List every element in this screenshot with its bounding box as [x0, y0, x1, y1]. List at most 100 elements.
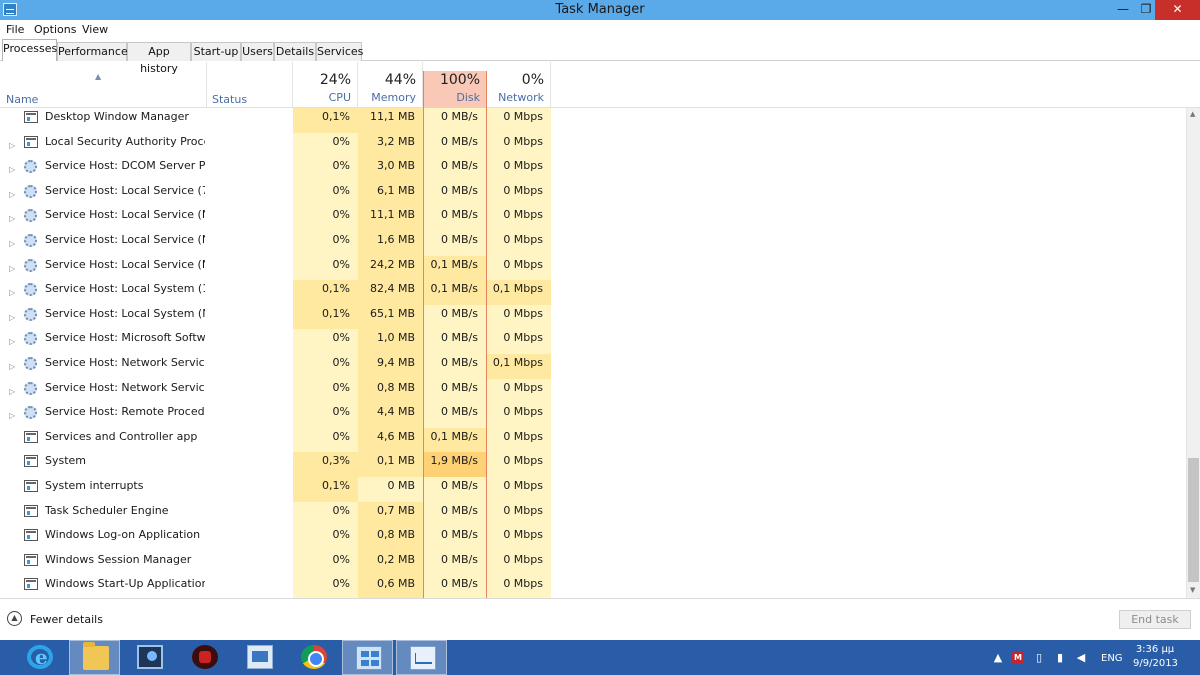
language-indicator[interactable]: ENG: [1101, 653, 1123, 664]
expand-chevron-icon[interactable]: ▷: [9, 284, 15, 302]
table-row[interactable]: ▷ Service Host: Local Service (No ... 0%24…: [0, 255, 1186, 281]
table-row[interactable]: ▷ Service Host: Local Service (Net... 0%11…: [0, 206, 1186, 231]
table-row[interactable]: System interrupts 0,1% 0 MB 0 MB/s 0 Mbps: [0, 477, 1186, 502]
network-monitor-icon: [137, 645, 163, 669]
taskbar-chrome[interactable]: [288, 640, 339, 675]
table-row[interactable]: Services and Controller app 0% 4,6 MB 0,1 M…: [0, 427, 1186, 453]
clock-time[interactable]: 3:36 μμ: [1133, 644, 1177, 655]
disk-cell: 0 MB/s: [423, 181, 487, 207]
tab-services[interactable]: Services: [316, 42, 363, 61]
header-cpu[interactable]: 24% CPU: [293, 62, 358, 108]
table-row[interactable]: ▷ Service Host: Local Service (7) 0% 6,1 MB…: [0, 181, 1186, 207]
memory-cell: 65,1 MB: [358, 304, 423, 330]
network-cell: 0 Mbps: [487, 157, 551, 182]
taskbar-remote-desktop[interactable]: [234, 640, 285, 675]
scroll-down-icon[interactable]: ▼: [1190, 586, 1195, 594]
window-icon: [24, 430, 38, 443]
expand-chevron-icon[interactable]: ▷: [9, 161, 15, 179]
table-row[interactable]: System 0,3% 0,1 MB 1,9 MB/s 0 Mbps: [0, 452, 1186, 477]
table-row[interactable]: ▷ Service Host: Local Service (No I... 0%1…: [0, 231, 1186, 256]
disk-cell: 0 MB/s: [423, 231, 487, 256]
tab-app-history[interactable]: App history: [127, 42, 191, 75]
expand-chevron-icon[interactable]: ▷: [9, 210, 15, 228]
table-row[interactable]: Windows Log-on Application 0% 0,8 MB 0 MB/s…: [0, 526, 1186, 551]
vertical-scrollbar[interactable]: ▲ ▼: [1186, 108, 1200, 598]
network-cell: 0 Mbps: [487, 575, 551, 598]
volume-icon[interactable]: ◀: [1075, 652, 1087, 664]
security-shield-icon[interactable]: M: [1012, 652, 1024, 664]
process-name: Service Host: Network Service (4): [45, 356, 205, 369]
tab-performance[interactable]: Performance: [57, 42, 128, 61]
tab-users[interactable]: Users: [241, 42, 274, 61]
menu-options[interactable]: Options: [34, 23, 76, 36]
table-row[interactable]: Task Scheduler Engine 0% 0,7 MB 0 MB/s 0 Mbp…: [0, 501, 1186, 527]
gear-icon: [24, 160, 37, 174]
cpu-cell: 0%: [293, 354, 358, 379]
expand-chevron-icon[interactable]: ▷: [9, 333, 15, 351]
menu-file[interactable]: File: [6, 23, 24, 36]
expand-chevron-icon[interactable]: ▷: [9, 309, 15, 327]
expand-chevron-icon[interactable]: ▷: [9, 137, 15, 155]
menu-view[interactable]: View: [82, 23, 108, 36]
close-button[interactable]: ✕: [1155, 0, 1200, 20]
taskbar-file-explorer[interactable]: [69, 640, 120, 675]
taskbar-network-monitor[interactable]: [124, 640, 175, 675]
taskbar-task-manager[interactable]: [396, 640, 447, 675]
expand-chevron-icon[interactable]: ▷: [9, 235, 15, 253]
window-icon: [24, 578, 38, 591]
scroll-up-icon[interactable]: ▲: [1190, 110, 1195, 118]
taskbar-internet-explorer[interactable]: [14, 640, 65, 675]
tab-details[interactable]: Details: [274, 42, 316, 61]
end-task-button[interactable]: End task: [1119, 610, 1191, 629]
tab-processes[interactable]: Processes: [2, 39, 57, 61]
header-memory[interactable]: 44% Memory: [358, 62, 423, 108]
chevron-up-icon[interactable]: ▲: [7, 611, 22, 626]
process-name: Service Host: Remote Procedure...: [45, 405, 205, 419]
header-network[interactable]: 0% Network: [487, 62, 551, 108]
scroll-thumb[interactable]: [1188, 458, 1199, 582]
fewer-details-link[interactable]: Fewer details: [30, 613, 103, 626]
gear-icon: [24, 357, 37, 370]
memory-cell: 82,4 MB: [358, 280, 423, 305]
battery-icon[interactable]: ▯: [1033, 652, 1045, 664]
memory-cell: 0,8 MB: [358, 378, 423, 404]
process-name-cell: Desktop Window Manager: [0, 108, 206, 133]
table-row[interactable]: Windows Session Manager 0% 0,2 MB 0 MB/s 0 M…: [0, 550, 1186, 576]
table-row[interactable]: ▷ Service Host: Network Service (4) 0%9,4 …: [0, 354, 1186, 379]
table-row[interactable]: ▷ Service Host: Network Service (... 0%0,8…: [0, 378, 1186, 404]
expand-chevron-icon[interactable]: ▷: [9, 260, 15, 278]
header-disk[interactable]: 100% Disk: [423, 71, 487, 108]
table-row[interactable]: Windows Start-Up Application 0% 0,6 MB 0 MB…: [0, 575, 1186, 598]
taskbar-control-panel[interactable]: [342, 640, 393, 675]
expand-chevron-icon[interactable]: ▷: [9, 407, 15, 425]
show-hidden-icons-icon[interactable]: ▲: [992, 652, 1004, 664]
table-row[interactable]: ▷ Service Host: Local System (Net... 0,1%6…: [0, 304, 1186, 330]
taskbar-media-player[interactable]: [179, 640, 230, 675]
tab-start-up[interactable]: Start-up: [191, 42, 241, 61]
table-row[interactable]: ▷ Service Host: Remote Procedure... 0%4,4 …: [0, 403, 1186, 428]
header-status-col[interactable]: Status: [206, 62, 293, 108]
network-signal-icon[interactable]: ▮: [1054, 652, 1066, 664]
clock-date[interactable]: 9/9/2013: [1133, 658, 1178, 669]
table-row[interactable]: ▷ Service Host: Local System (14) 0,1% 82,4…: [0, 280, 1186, 305]
disk-cell: 1,9 MB/s: [423, 452, 487, 477]
cpu-cell: 0%: [293, 206, 358, 231]
table-row[interactable]: ▷ Service Host: Microsoft Softwar... 0%1,0…: [0, 329, 1186, 354]
process-name: System: [45, 454, 87, 468]
gear-icon: [24, 209, 37, 223]
expand-chevron-icon[interactable]: ▷: [9, 358, 15, 376]
header-name[interactable]: Name: [6, 93, 38, 106]
expand-chevron-icon[interactable]: ▷: [9, 186, 15, 204]
table-row[interactable]: ▷ Service Host: DCOM Server Proc... 0%3,0 …: [0, 157, 1186, 182]
memory-cell: 3,0 MB: [358, 157, 423, 182]
window-title: Task Manager: [555, 2, 645, 17]
process-name-cell: Windows Session Manager: [0, 551, 206, 576]
disk-cell: 0 MB/s: [423, 477, 487, 502]
process-name: Windows Start-Up Application: [45, 577, 205, 591]
table-row[interactable]: Desktop Window Manager 0,1% 11,1 MB 0 MB/s 0…: [0, 108, 1186, 133]
expand-chevron-icon[interactable]: ▷: [9, 383, 15, 401]
table-row[interactable]: ▷ Local Security Authority Process... 0%3,…: [0, 132, 1186, 158]
memory-cell: 6,1 MB: [358, 181, 423, 207]
process-name-cell: Task Scheduler Engine: [0, 502, 206, 527]
process-name: Service Host: Local Service (7): [45, 183, 205, 197]
